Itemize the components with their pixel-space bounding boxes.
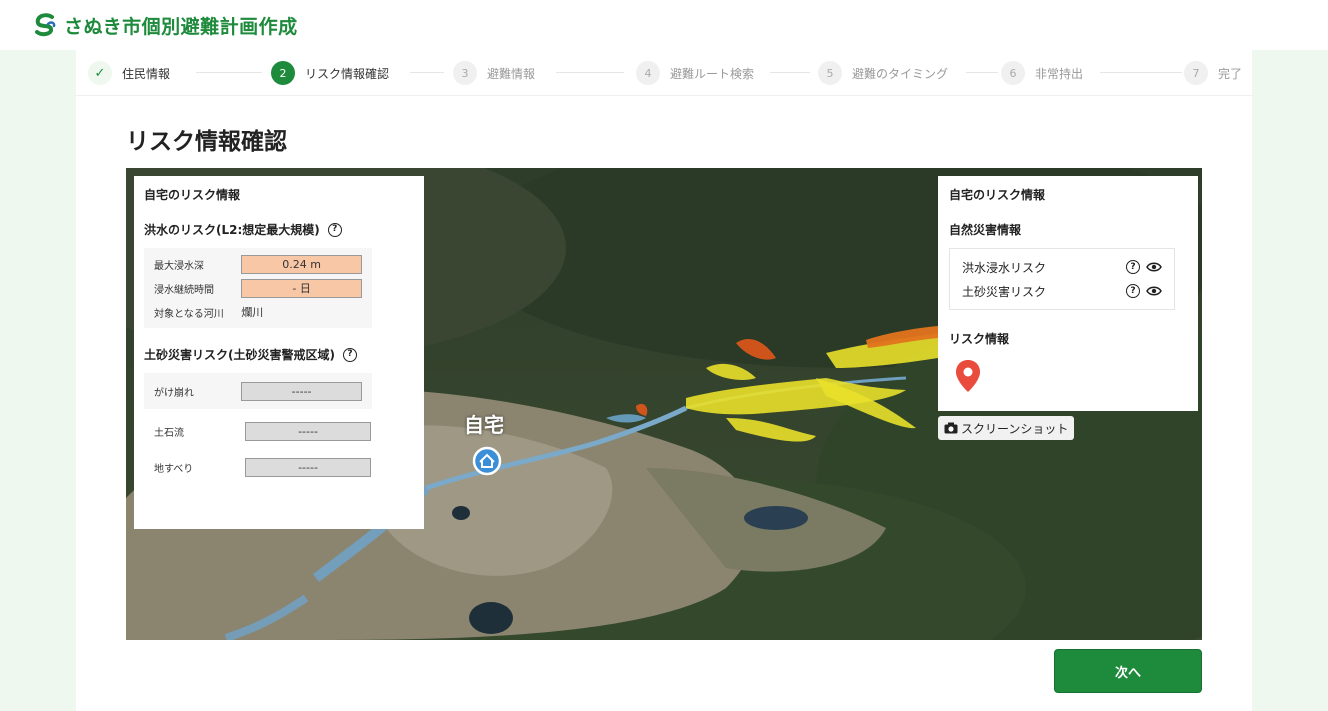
page-title: リスク情報確認 bbox=[126, 129, 287, 155]
landslide-info-block: がけ崩れ ----- bbox=[144, 373, 372, 409]
step-complete[interactable]: 7 完了 bbox=[1184, 61, 1242, 85]
info-row: 対象となる河川 爛川 bbox=[154, 300, 362, 324]
help-icon[interactable]: ? bbox=[1126, 260, 1140, 274]
screenshot-button[interactable]: スクリーンショット bbox=[938, 416, 1075, 440]
flood-title-text: 洪水のリスク(L2:想定最大規模) bbox=[144, 223, 320, 237]
step-number: 2 bbox=[271, 61, 295, 85]
sanuki-city-logo-icon bbox=[35, 13, 56, 37]
help-icon[interactable]: ? bbox=[1126, 284, 1140, 298]
content-panel: ✓ 住民情報 2 リスク情報確認 3 避難情報 4 避難ルート検索 5 避難のタ… bbox=[76, 50, 1252, 711]
check-icon: ✓ bbox=[88, 61, 112, 85]
step-label: 避難ルート検索 bbox=[670, 66, 755, 81]
step-evacuation-info[interactable]: 3 避難情報 bbox=[453, 61, 535, 85]
step-label: 避難のタイミング bbox=[852, 66, 949, 81]
step-number: 4 bbox=[636, 61, 660, 85]
flood-info-block: 最大浸水深 0.24 m 浸水継続時間 - 日 対象となる河川 爛川 bbox=[144, 248, 372, 328]
info-row: がけ崩れ ----- bbox=[154, 379, 362, 403]
location-pin-icon[interactable] bbox=[955, 359, 981, 393]
info-row: 浸水継続時間 - 日 bbox=[154, 276, 362, 300]
hazard-label: 洪水浸水リスク bbox=[962, 260, 1047, 275]
app-header: さぬき市個別避難計画作成 bbox=[0, 0, 1328, 50]
step-label: 避難情報 bbox=[487, 66, 536, 81]
step-route-search[interactable]: 4 避難ルート検索 bbox=[636, 61, 754, 85]
hazard-layer-flood: 洪水浸水リスク ? bbox=[962, 255, 1162, 279]
debris-flow-value: ----- bbox=[245, 421, 371, 441]
step-connector bbox=[410, 72, 444, 73]
step-resident-info[interactable]: ✓ 住民情報 bbox=[88, 61, 170, 85]
step-emergency-supplies[interactable]: 6 非常持出 bbox=[1001, 61, 1083, 85]
info-row: 地すべり ----- bbox=[144, 455, 414, 479]
river-value: 爛川 bbox=[241, 306, 264, 319]
max-depth-value: 0.24 m bbox=[241, 254, 362, 274]
app-title: さぬき市個別避難計画作成 bbox=[64, 15, 298, 38]
info-row: 土石流 ----- bbox=[144, 419, 414, 443]
landslide-title-text: 土砂災害リスク(土砂災害警戒区域) bbox=[144, 348, 335, 362]
hazard-layer-landslide: 土砂災害リスク ? bbox=[962, 279, 1162, 303]
step-connector bbox=[966, 72, 998, 73]
flood-section-title: 洪水のリスク(L2:想定最大規模) ? bbox=[144, 221, 414, 238]
eye-icon[interactable] bbox=[1146, 285, 1162, 297]
step-number: 5 bbox=[818, 61, 842, 85]
step-label: リスク情報確認 bbox=[305, 66, 390, 81]
step-connector bbox=[770, 72, 810, 73]
home-risk-panel: 自宅のリスク情報 洪水のリスク(L2:想定最大規模) ? 最大浸水深 0.24 … bbox=[134, 176, 424, 529]
step-number: 7 bbox=[1184, 61, 1208, 85]
panel-title: 自宅のリスク情報 bbox=[144, 188, 241, 202]
hazard-section-title: 自然災害情報 bbox=[949, 223, 1022, 237]
step-evacuation-timing[interactable]: 5 避難のタイミング bbox=[818, 61, 948, 85]
info-label: 土石流 bbox=[154, 427, 184, 439]
info-label: 最大浸水深 bbox=[154, 260, 204, 272]
step-label: 非常持出 bbox=[1035, 66, 1084, 81]
step-label: 完了 bbox=[1218, 66, 1243, 81]
help-icon[interactable]: ? bbox=[327, 222, 342, 237]
step-label: 住民情報 bbox=[122, 66, 171, 81]
home-marker-icon[interactable] bbox=[472, 446, 502, 476]
camera-icon bbox=[944, 422, 958, 434]
step-risk-info[interactable]: 2 リスク情報確認 bbox=[271, 61, 389, 85]
cliff-collapse-value: ----- bbox=[241, 381, 362, 401]
step-connector bbox=[1100, 72, 1182, 73]
step-connector bbox=[196, 72, 262, 73]
info-row: 最大浸水深 0.24 m bbox=[154, 252, 362, 276]
landslide-value: ----- bbox=[245, 457, 371, 477]
landslide-section-title: 土砂災害リスク(土砂災害警戒区域) ? bbox=[144, 346, 414, 363]
info-label: 対象となる河川 bbox=[154, 308, 224, 320]
panel-title: 自宅のリスク情報 bbox=[949, 188, 1046, 202]
progress-stepper: ✓ 住民情報 2 リスク情報確認 3 避難情報 4 避難ルート検索 5 避難のタ… bbox=[76, 50, 1252, 96]
step-number: 3 bbox=[453, 61, 477, 85]
step-number: 6 bbox=[1001, 61, 1025, 85]
eye-icon[interactable] bbox=[1146, 261, 1162, 273]
risk-map[interactable]: 自宅のリスク情報 洪水のリスク(L2:想定最大規模) ? 最大浸水深 0.24 … bbox=[126, 168, 1202, 640]
help-icon[interactable]: ? bbox=[342, 347, 357, 362]
info-label: 地すべり bbox=[154, 463, 194, 475]
info-label: がけ崩れ bbox=[154, 387, 194, 399]
screenshot-label: スクリーンショット bbox=[961, 421, 1069, 436]
duration-value: - 日 bbox=[241, 278, 362, 298]
info-label: 浸水継続時間 bbox=[154, 284, 214, 296]
next-button[interactable]: 次へ bbox=[1054, 649, 1202, 693]
home-label: 自宅 bbox=[464, 413, 504, 437]
step-connector bbox=[556, 72, 624, 73]
risk-info-title: リスク情報 bbox=[949, 332, 1010, 346]
hazard-label: 土砂災害リスク bbox=[962, 284, 1047, 299]
hazard-layer-panel: 自宅のリスク情報 自然災害情報 洪水浸水リスク ? 土砂災害リスク ? リスク情… bbox=[938, 176, 1198, 411]
hazard-layer-list: 洪水浸水リスク ? 土砂災害リスク ? bbox=[949, 248, 1175, 310]
